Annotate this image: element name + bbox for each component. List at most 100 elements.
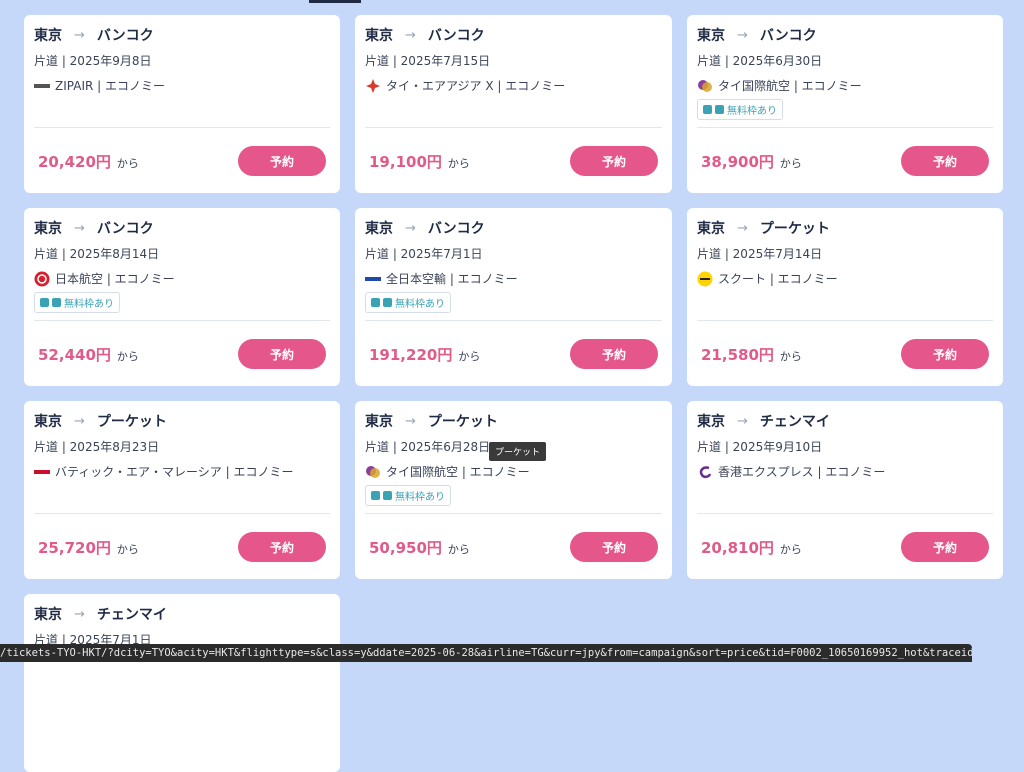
airline-name: ZIPAIR | エコノミー	[55, 79, 165, 93]
destination-city: プーケット	[759, 221, 830, 237]
book-button[interactable]: 予約	[238, 339, 326, 369]
airasia-logo-icon	[365, 78, 381, 94]
free-baggage-badge: 無料枠あり	[365, 485, 451, 506]
suitcase-icon	[383, 298, 392, 307]
arrow-right-icon: →	[737, 27, 748, 43]
price-block: 25,720円 から	[38, 537, 139, 558]
origin-city: 東京	[365, 414, 393, 430]
flight-card[interactable]: 東京 → バンコク 片道 | 2025年8月14日 日本航空 | エコノミー 無…	[24, 208, 340, 386]
route: 東京 → プーケット	[697, 218, 993, 238]
price-suffix: から	[779, 349, 802, 363]
origin-city: 東京	[34, 607, 62, 623]
price-suffix: から	[447, 542, 470, 556]
origin-city: 東京	[365, 221, 393, 237]
book-button[interactable]: 予約	[570, 146, 658, 176]
destination-city: チェンマイ	[96, 607, 167, 623]
thai-airways-logo-icon	[365, 464, 381, 480]
book-button[interactable]: 予約	[901, 146, 989, 176]
origin-city: 東京	[697, 28, 725, 44]
baggage-icon	[40, 298, 49, 307]
price: 52,440円	[38, 345, 111, 364]
flight-card[interactable]: 東京 → バンコク 片道 | 2025年7月1日 全日本空輸 | エコノミー 無…	[355, 208, 672, 386]
price: 21,580円	[701, 345, 774, 364]
airline-name: タイ・エアアジア X | エコノミー	[386, 79, 566, 93]
free-baggage-badge: 無料枠あり	[365, 292, 451, 313]
airline-name: タイ国際航空 | エコノミー	[718, 79, 862, 93]
divider	[697, 320, 993, 321]
flight-card[interactable]: 東京 → バンコク 片道 | 2025年9月8日 ZIPAIR | エコノミー …	[24, 15, 340, 193]
batik-air-logo-icon	[34, 464, 50, 480]
price-block: 38,900円 から	[701, 151, 802, 172]
destination-city: プーケット	[427, 414, 498, 430]
price: 25,720円	[38, 538, 111, 557]
trip-date: 片道 | 2025年6月30日	[697, 54, 823, 68]
price-row: 52,440円 から 予約	[38, 339, 326, 369]
flight-card[interactable]: 東京 → チェンマイ 片道 | 2025年9月10日 香港エクスプレス | エコ…	[687, 401, 1003, 579]
flight-card[interactable]: 東京 → プーケット 片道 | 2025年8月23日 バティック・エア・マレーシ…	[24, 401, 340, 579]
divider	[365, 513, 662, 514]
price-row: 25,720円 から 予約	[38, 532, 326, 562]
route: 東京 → バンコク	[365, 25, 662, 45]
price: 191,220円	[369, 345, 453, 364]
airline-info: タイ国際航空 | エコノミー	[697, 77, 993, 94]
price-suffix: から	[116, 349, 139, 363]
ana-logo-icon	[365, 271, 381, 287]
flight-card[interactable]: 東京 → チェンマイ 片道 | 2025年7月1日	[24, 594, 340, 772]
price-suffix: から	[779, 542, 802, 556]
route: 東京 → プーケット	[34, 411, 330, 431]
arrow-right-icon: →	[405, 27, 416, 43]
origin-city: 東京	[34, 28, 62, 44]
arrow-right-icon: →	[737, 413, 748, 429]
destination-city: バンコク	[427, 28, 485, 44]
book-button[interactable]: 予約	[570, 339, 658, 369]
book-button[interactable]: 予約	[570, 532, 658, 562]
thai-airways-logo-icon	[697, 78, 713, 94]
divider	[34, 127, 330, 128]
flight-card[interactable]: 東京 → バンコク 片道 | 2025年6月30日 タイ国際航空 | エコノミー…	[687, 15, 1003, 193]
free-baggage-label: 無料枠あり	[395, 492, 445, 503]
suitcase-icon	[52, 298, 61, 307]
price-block: 19,100円 から	[369, 151, 470, 172]
airline-info: スクート | エコノミー	[697, 270, 993, 287]
book-button[interactable]: 予約	[901, 339, 989, 369]
active-tab-indicator	[309, 0, 361, 3]
destination-city: バンコク	[759, 28, 817, 44]
arrow-right-icon: →	[737, 220, 748, 236]
price-row: 21,580円 から 予約	[701, 339, 989, 369]
book-button[interactable]: 予約	[238, 146, 326, 176]
price-block: 191,220円 から	[369, 344, 480, 365]
airline-name: バティック・エア・マレーシア | エコノミー	[55, 465, 294, 479]
price: 20,420円	[38, 152, 111, 171]
price-row: 38,900円 から 予約	[701, 146, 989, 176]
book-button[interactable]: 予約	[901, 532, 989, 562]
origin-city: 東京	[34, 221, 62, 237]
book-button[interactable]: 予約	[238, 532, 326, 562]
trip-date: 片道 | 2025年8月23日	[34, 440, 160, 454]
trip-date: 片道 | 2025年9月8日	[34, 54, 152, 68]
divider	[697, 513, 993, 514]
route: 東京 → チェンマイ	[697, 411, 993, 431]
price: 19,100円	[369, 152, 442, 171]
trip-date: 片道 | 2025年9月10日	[697, 440, 823, 454]
price-row: 19,100円 から 予約	[369, 146, 658, 176]
flight-card[interactable]: 東京 → バンコク 片道 | 2025年7月15日 タイ・エアアジア X | エ…	[355, 15, 672, 193]
tooltip: プーケット	[489, 442, 547, 461]
price-row: 191,220円 から 予約	[369, 339, 658, 369]
trip-date: 片道 | 2025年7月1日	[365, 247, 483, 261]
route: 東京 → バンコク	[365, 218, 662, 238]
flight-card[interactable]: 東京 → プーケット 片道 | 2025年6月28日 タイ国際航空 | エコノミ…	[355, 401, 672, 579]
suitcase-icon	[383, 491, 392, 500]
price-block: 20,420円 から	[38, 151, 139, 172]
airline-name: 香港エクスプレス | エコノミー	[718, 465, 886, 479]
free-baggage-badge: 無料枠あり	[697, 99, 783, 120]
flight-card[interactable]: 東京 → プーケット 片道 | 2025年7月14日 スクート | エコノミー …	[687, 208, 1003, 386]
airline-info: 日本航空 | エコノミー	[34, 270, 330, 287]
airline-info: 香港エクスプレス | エコノミー	[697, 463, 993, 480]
arrow-right-icon: →	[74, 27, 85, 43]
price-block: 52,440円 から	[38, 344, 139, 365]
divider	[34, 513, 330, 514]
suitcase-icon	[715, 105, 724, 114]
jal-logo-icon	[34, 271, 50, 287]
arrow-right-icon: →	[74, 606, 85, 622]
arrow-right-icon: →	[74, 413, 85, 429]
